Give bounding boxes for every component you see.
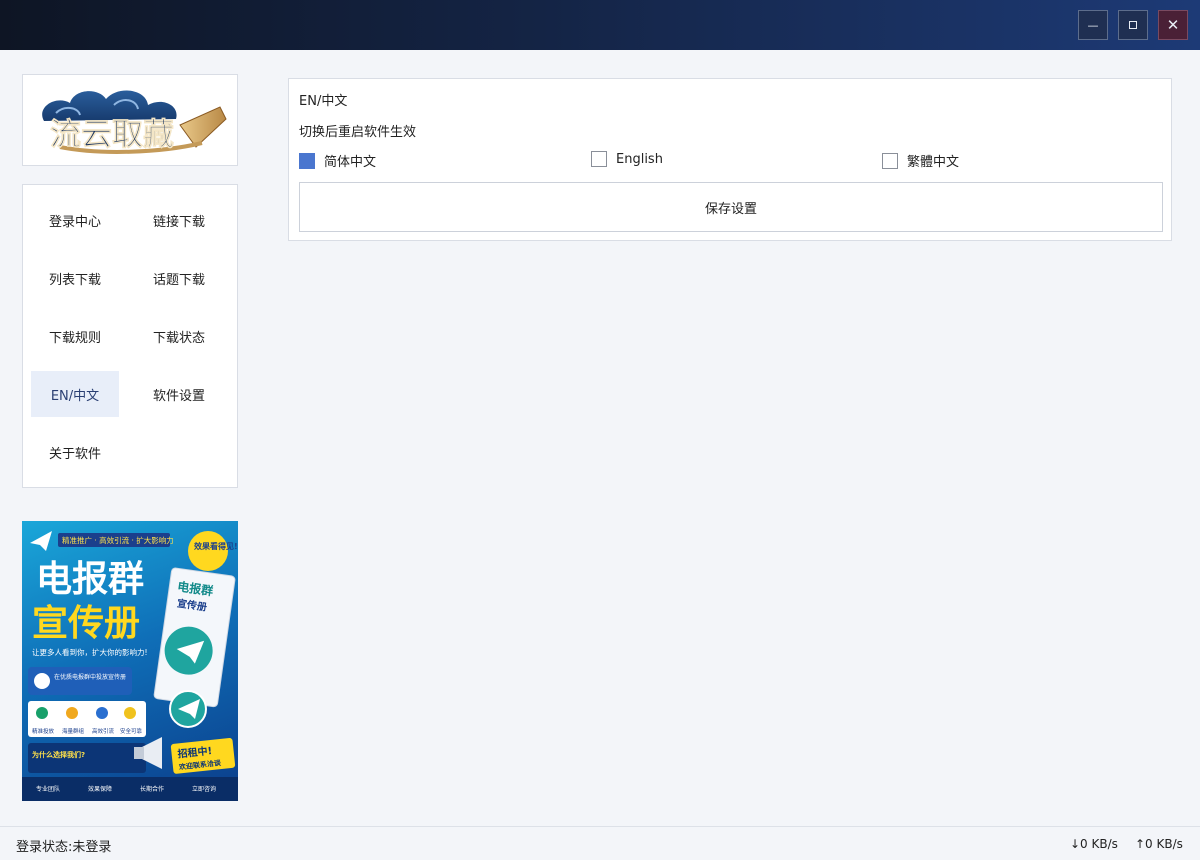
nav-item-download-rules[interactable]: 下载规则 xyxy=(31,313,119,359)
nav-label: 软件设置 xyxy=(152,388,205,404)
checkbox-icon xyxy=(299,152,315,169)
option-simplified-chinese[interactable]: 简体中文 xyxy=(299,151,376,170)
checkbox-icon xyxy=(882,152,898,169)
nav-item-download-status[interactable]: 下载状态 xyxy=(135,313,223,359)
ad-bottom-item: 效果保障 xyxy=(88,785,112,793)
nav-label: 登录中心 xyxy=(48,214,101,230)
nav-item-list-download[interactable]: 列表下载 xyxy=(31,255,119,301)
nav-item-link-download[interactable]: 链接下载 xyxy=(135,197,223,243)
save-settings-button[interactable]: 保存设置 xyxy=(299,182,1163,232)
ad-badge: 效果看得见! xyxy=(194,541,238,551)
minimize-button[interactable]: — xyxy=(1078,10,1108,40)
upload-speed: ↑0 KB/s xyxy=(1135,837,1183,851)
save-button-label: 保存设置 xyxy=(704,201,757,217)
ad-feature: 海量群组 xyxy=(62,727,85,735)
nav-label: 下载状态 xyxy=(152,330,205,346)
option-label: 繁體中文 xyxy=(907,155,960,170)
sidebar-nav: 登录中心 链接下载 列表下载 话题下载 下载规则 下载状态 EN/中文 软件设置… xyxy=(22,184,238,488)
nav-item-login-center[interactable]: 登录中心 xyxy=(31,197,119,243)
option-traditional-chinese[interactable]: 繁體中文 xyxy=(882,151,959,170)
ad-notice: 在优质电报群中投放宣传册 xyxy=(54,673,126,681)
maximize-icon xyxy=(1129,21,1137,29)
ad-feature: 精准投放 xyxy=(32,727,55,735)
ad-bottom-item: 专业团队 xyxy=(36,785,60,793)
status-bar: 登录状态:未登录 ↓0 KB/s ↑0 KB/s xyxy=(0,826,1200,860)
nav-item-about[interactable]: 关于软件 xyxy=(31,429,119,475)
logo-text: 流云取藏 xyxy=(50,117,174,153)
logo-cloud-icon: 流云取藏 xyxy=(42,90,227,154)
option-label: 简体中文 xyxy=(324,155,377,170)
nav-label: 话题下载 xyxy=(152,272,205,288)
download-speed: ↓0 KB/s xyxy=(1070,837,1118,851)
ad-feature: 安全可靠 xyxy=(120,727,143,735)
paper-plane-icon xyxy=(30,531,52,551)
close-button[interactable]: ✕ xyxy=(1158,10,1188,40)
ad-bottom-item: 长期合作 xyxy=(140,785,164,793)
nav-item-topic-download[interactable]: 话题下载 xyxy=(135,255,223,301)
nav-item-software-settings[interactable]: 软件设置 xyxy=(135,371,223,417)
nav-label: 关于软件 xyxy=(48,446,101,462)
title-bar: — ✕ xyxy=(0,0,1200,50)
ad-tagline: 精准推广 · 高效引流 · 扩大影响力 xyxy=(62,535,174,545)
close-icon: ✕ xyxy=(1166,15,1180,34)
nav-item-language[interactable]: EN/中文 xyxy=(31,371,119,417)
option-label: English xyxy=(616,151,663,167)
option-english[interactable]: English xyxy=(591,151,663,167)
language-settings-panel: EN/中文 切换后重启软件生效 简体中文 English 繁體中文 保存设置 xyxy=(288,78,1172,241)
panel-title: EN/中文 xyxy=(299,94,348,109)
app-logo: 流云取藏 xyxy=(22,74,238,166)
ad-artwork: 精准推广 · 高效引流 · 扩大影响力 效果看得见! 电报群 宣传册 电报群 宣… xyxy=(22,531,238,801)
restart-hint: 切换后重启软件生效 xyxy=(299,125,417,140)
ad-why: 为什么选择我们? xyxy=(32,750,85,759)
nav-label: 链接下载 xyxy=(152,214,205,230)
login-status: 登录状态:未登录 xyxy=(16,840,112,855)
ad-banner[interactable]: 精准推广 · 高效引流 · 扩大影响力 效果看得见! 电报群 宣传册 电报群 宣… xyxy=(22,521,238,801)
ad-bottom-item: 立即咨询 xyxy=(192,785,216,793)
nav-label: 下载规则 xyxy=(48,330,101,346)
maximize-button[interactable] xyxy=(1118,10,1148,40)
ad-feature: 高效引流 xyxy=(92,727,115,735)
ad-title-1: 电报群 xyxy=(36,559,144,600)
ad-slogan: 让更多人看到你，扩大你的影响力! xyxy=(32,647,148,657)
nav-label: 列表下载 xyxy=(48,272,101,288)
ad-title-2: 宣传册 xyxy=(32,603,140,644)
checkbox-icon xyxy=(591,151,607,167)
nav-label: EN/中文 xyxy=(50,388,100,404)
minimize-icon: — xyxy=(1087,18,1099,32)
